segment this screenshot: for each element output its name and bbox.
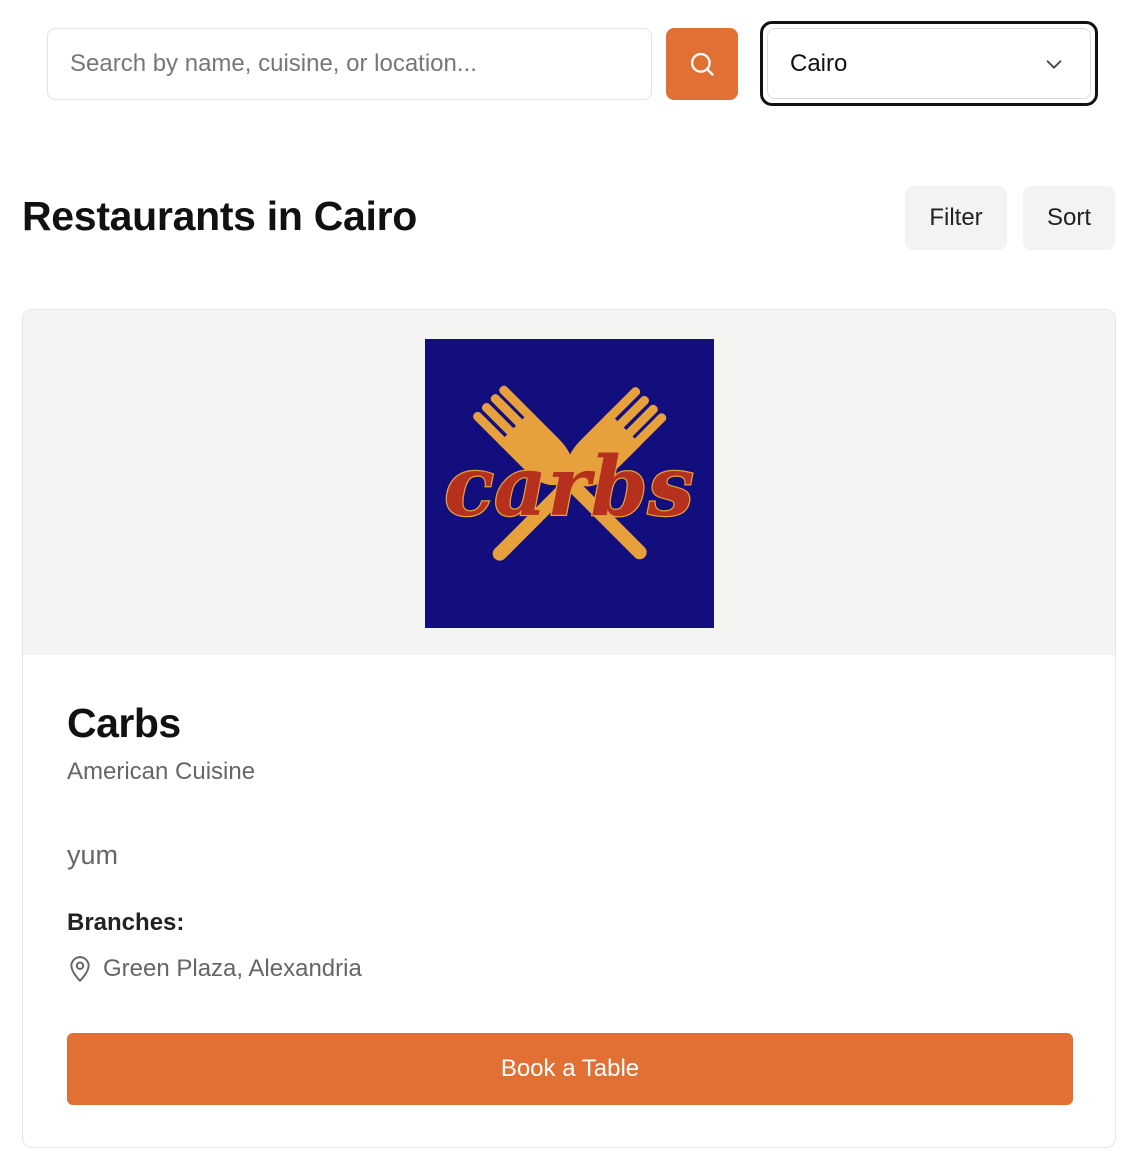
restaurant-card[interactable]: carbs Carbs American Cuisine yum Branche… (22, 309, 1116, 1148)
restaurant-card-media: carbs (23, 310, 1115, 655)
branches-heading: Branches: (67, 909, 185, 936)
search-button[interactable] (666, 28, 738, 100)
branch-item: Green Plaza, Alexandria (67, 955, 362, 983)
page-title: Restaurants in Cairo (22, 193, 417, 239)
book-table-button[interactable]: Book a Table (67, 1033, 1073, 1105)
branch-address: Green Plaza, Alexandria (103, 955, 362, 982)
restaurant-name: Carbs (67, 700, 181, 746)
filter-button[interactable]: Filter (905, 186, 1007, 250)
sort-button[interactable]: Sort (1023, 186, 1115, 250)
city-select[interactable]: Cairo (760, 21, 1098, 106)
search-bar: Cairo (47, 21, 1099, 106)
restaurant-logo: carbs (425, 339, 714, 628)
city-select-value: Cairo (790, 49, 848, 77)
search-icon (690, 52, 714, 76)
restaurant-cuisine: American Cuisine (67, 758, 256, 785)
restaurant-logo-text: carbs (444, 439, 694, 535)
chevron-down-icon (1046, 59, 1062, 69)
search-input[interactable] (47, 28, 652, 100)
restaurant-description: yum (67, 840, 119, 870)
map-pin-icon (70, 956, 90, 982)
